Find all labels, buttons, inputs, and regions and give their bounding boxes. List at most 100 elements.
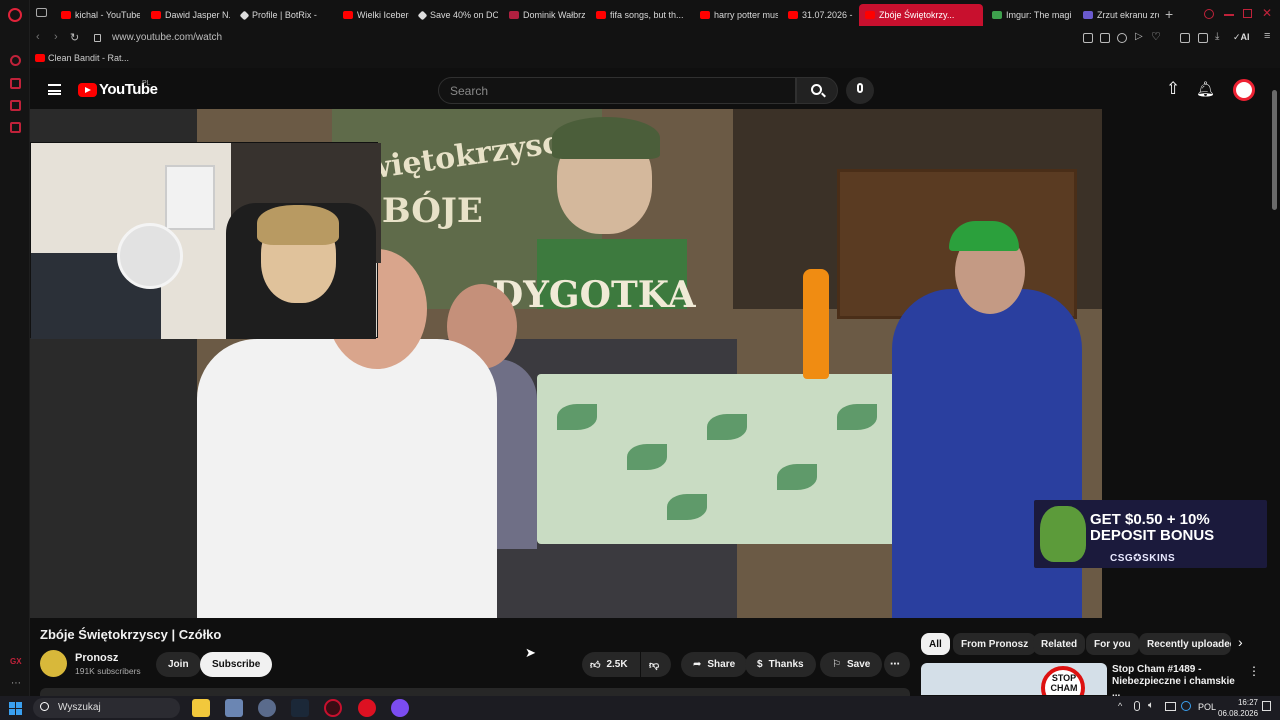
notifications-bell-icon[interactable]: 🔔︎: [1196, 80, 1215, 98]
url-field[interactable]: www.youtube.com/watch: [112, 32, 222, 43]
browser-tab[interactable]: 31.07.2026 - Gat...: [782, 4, 854, 26]
recommendation-menu-icon[interactable]: ⋮: [1248, 664, 1260, 678]
browser-tab[interactable]: Zrzut ekranu zro...: [1077, 4, 1159, 26]
youtube-header: YouTube PL Search ⇧ 🔔︎: [30, 70, 1280, 110]
new-tab-button[interactable]: +: [1165, 6, 1173, 22]
video-player[interactable]: Świętokrzyscy ZBÓJE DYGOTKA: [30, 109, 1102, 618]
tab-label: 31.07.2026 - Gat...: [802, 10, 854, 20]
thanks-button[interactable]: $ Thanks: [745, 652, 816, 677]
filter-chip[interactable]: From Pronosz: [953, 633, 1037, 655]
search-tabs-icon[interactable]: [1204, 9, 1214, 19]
upload-icon[interactable]: ⇧: [1166, 79, 1180, 99]
play-icon[interactable]: ▷: [1135, 31, 1143, 42]
browser-tab[interactable]: Imgur: The magi...: [986, 4, 1072, 26]
app-icon-1[interactable]: [225, 699, 243, 717]
pin-icon[interactable]: [1083, 33, 1093, 43]
app-icon-3[interactable]: [391, 699, 409, 717]
easy-files-icon[interactable]: [1198, 33, 1208, 43]
windows-start-icon[interactable]: [9, 702, 22, 715]
lock-icon[interactable]: [94, 34, 101, 42]
filter-chip[interactable]: Recently uploaded: [1139, 633, 1231, 655]
forward-icon[interactable]: ›: [54, 31, 58, 43]
search-input[interactable]: Search: [438, 77, 796, 104]
messenger-icon[interactable]: [10, 100, 21, 111]
gx-corner-icon[interactable]: [10, 122, 21, 133]
steam-icon[interactable]: [291, 699, 309, 717]
thumbs-up-icon: 👍︎: [590, 659, 601, 671]
save-button[interactable]: ⚐ Save: [820, 652, 883, 677]
recommendation-thumbnail[interactable]: STOP CHAM: [921, 663, 1107, 695]
page-scrollbar[interactable]: [1272, 90, 1277, 210]
file-explorer-icon[interactable]: [192, 699, 210, 717]
back-icon[interactable]: ‹: [36, 31, 40, 43]
bookmark-item[interactable]: Clean Bandit - Rat...: [48, 53, 129, 63]
ad-brand: CSG✪SKINS: [1110, 553, 1176, 564]
browser-tab[interactable]: Profile | BotRix -: [235, 4, 327, 26]
taskbar-clock[interactable]: 16:27 06.08.2026: [1218, 697, 1258, 719]
close-window-icon[interactable]: ✕: [1262, 6, 1272, 20]
filter-chip[interactable]: Related: [1033, 633, 1086, 655]
tab-label: Zbóje Świętokrzy...: [879, 10, 955, 20]
display-icon[interactable]: [1165, 702, 1176, 711]
chips-next-icon[interactable]: ›: [1238, 634, 1243, 650]
ad-banner[interactable]: GET $0.50 + 10% DEPOSIT BONUS CSG✪SKINS: [1034, 500, 1267, 568]
heart-icon[interactable]: ♡: [1151, 30, 1161, 43]
clock-date: 06.08.2026: [1218, 709, 1259, 718]
tray-mic-icon[interactable]: [1134, 701, 1140, 711]
network-icon[interactable]: [1181, 701, 1191, 711]
tray-overflow-icon[interactable]: ^: [1118, 701, 1122, 711]
description-box[interactable]: [40, 688, 910, 696]
person-left: [197, 339, 497, 618]
generic-icon: [509, 11, 519, 19]
browser-tab[interactable]: Zbóje Świętokrzy...: [859, 4, 983, 26]
hamburger-menu-icon[interactable]: [48, 84, 61, 95]
filter-chip[interactable]: All: [921, 633, 950, 655]
youtube-logo-icon[interactable]: [78, 83, 97, 97]
channel-name[interactable]: Pronosz: [75, 652, 118, 664]
settings-gear-icon[interactable]: [258, 699, 276, 717]
browser-tab[interactable]: kichal - YouTube: [55, 4, 140, 26]
language-indicator[interactable]: POL: [1198, 702, 1216, 712]
share-button[interactable]: ➦ Share: [681, 652, 748, 677]
search-button[interactable]: [796, 77, 838, 104]
browser-tab[interactable]: Dawid Jasper N...: [145, 4, 230, 26]
history-icon[interactable]: [10, 55, 21, 66]
mouse-cursor-icon: ➤: [525, 645, 536, 660]
bag-icon[interactable]: [10, 78, 21, 89]
more-icon[interactable]: ⋯: [11, 678, 21, 689]
opera-logo-icon[interactable]: [8, 8, 22, 22]
like-button[interactable]: 👍︎ 2.5K: [582, 652, 640, 677]
filter-chip[interactable]: For you: [1086, 633, 1139, 655]
join-button[interactable]: Join: [156, 652, 201, 677]
snapshot-icon[interactable]: [1100, 33, 1110, 43]
more-actions-button[interactable]: ⋯: [884, 652, 910, 677]
voice-search-button[interactable]: [846, 77, 874, 104]
shield-icon[interactable]: [1117, 33, 1127, 43]
account-avatar[interactable]: [1233, 79, 1255, 101]
download-icon[interactable]: ⤓: [1215, 31, 1219, 42]
orange-bottle: [803, 269, 829, 379]
browser-tab[interactable]: Dominik Wałbrzy...: [503, 4, 585, 26]
opera-gx-icon[interactable]: [324, 699, 342, 717]
browser-tab[interactable]: Wielki Iceberg B...: [337, 4, 409, 26]
subscribe-button[interactable]: Subscribe: [200, 652, 273, 677]
browser-tab[interactable]: harry potter mus...: [694, 4, 778, 26]
browser-tab[interactable]: fifa songs, but th...: [590, 4, 690, 26]
reload-icon[interactable]: ↻: [70, 31, 79, 44]
minimize-icon[interactable]: [1224, 14, 1234, 16]
channel-avatar[interactable]: [40, 650, 67, 677]
thanks-icon: $: [757, 659, 763, 670]
tab-overview-icon[interactable]: [36, 8, 47, 17]
maximize-icon[interactable]: [1243, 9, 1252, 18]
notifications-icon[interactable]: [1262, 701, 1271, 711]
app-icon-2[interactable]: [358, 699, 376, 717]
recommendation-title[interactable]: Stop Cham #1489 - Niebezpieczne i chamsk…: [1112, 664, 1242, 700]
taskbar-search[interactable]: Wyszukaj: [33, 698, 180, 718]
green-cap: [949, 221, 1019, 251]
dislike-button[interactable]: 👎︎: [641, 652, 671, 677]
volume-icon[interactable]: 🔈︎: [1148, 700, 1154, 711]
browser-tab[interactable]: Save 40% on DO...: [413, 4, 498, 26]
extensions-icon[interactable]: [1180, 33, 1190, 43]
menu-icon[interactable]: ≡: [1264, 30, 1270, 42]
ai-icon[interactable]: ✓AI: [1233, 32, 1250, 43]
